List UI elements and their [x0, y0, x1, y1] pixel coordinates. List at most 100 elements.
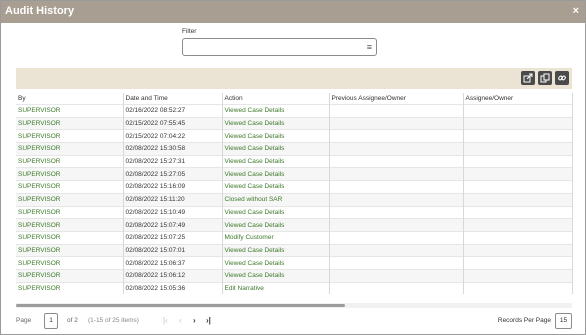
- next-page-icon[interactable]: ›: [193, 316, 196, 325]
- table-row[interactable]: SUPERVISOR 02/08/2022 15:10:49 Viewed Case…: [16, 205, 573, 219]
- filter-label: Filter: [182, 28, 197, 35]
- page-number-input[interactable]: 1: [44, 313, 58, 329]
- cell-action[interactable]: Closed without SAR: [222, 192, 330, 206]
- cell-action[interactable]: Viewed Case Details: [222, 218, 330, 232]
- cell-assignee: [463, 154, 573, 168]
- column-header-by[interactable]: By: [16, 93, 124, 105]
- cell-assignee: [463, 268, 573, 283]
- header-row: By Date and Time Action Previous Assigne…: [16, 93, 573, 105]
- cell-previous-assignee: [329, 205, 464, 219]
- table-row[interactable]: SUPERVISOR 02/08/2022 15:06:37 Viewed Case…: [16, 256, 573, 270]
- first-page-icon[interactable]: |‹: [163, 316, 168, 325]
- cell-by[interactable]: SUPERVISOR: [16, 230, 124, 245]
- horizontal-scrollbar[interactable]: [16, 303, 572, 308]
- table-row[interactable]: SUPERVISOR 02/08/2022 15:27:31 Viewed Case…: [16, 154, 573, 168]
- cell-action[interactable]: Modify Customer: [222, 230, 330, 245]
- previous-page-icon[interactable]: ‹: [179, 316, 182, 325]
- cell-assignee: [463, 218, 573, 232]
- cell-assignee: [463, 129, 573, 143]
- audit-grid: By Date and Time Action Previous Assigne…: [16, 93, 573, 295]
- cell-by[interactable]: SUPERVISOR: [16, 167, 124, 181]
- cell-by[interactable]: SUPERVISOR: [16, 180, 124, 194]
- table-row[interactable]: SUPERVISOR 02/08/2022 15:06:12 Viewed Case…: [16, 268, 573, 283]
- cell-by[interactable]: SUPERVISOR: [16, 142, 124, 156]
- cell-by[interactable]: SUPERVISOR: [16, 192, 124, 206]
- cell-assignee: [463, 205, 573, 219]
- cell-by[interactable]: SUPERVISOR: [16, 116, 124, 130]
- cell-previous-assignee: [329, 243, 464, 257]
- cell-by[interactable]: SUPERVISOR: [16, 281, 124, 295]
- table-row[interactable]: SUPERVISOR 02/15/2022 07:04:22 Viewed Case…: [16, 129, 573, 143]
- cell-action[interactable]: Viewed Case Details: [222, 268, 330, 283]
- table-row[interactable]: SUPERVISOR 02/15/2022 07:55:45 Viewed Case…: [16, 116, 573, 130]
- cell-by[interactable]: SUPERVISOR: [16, 256, 124, 270]
- menu-icon[interactable]: ≡: [367, 42, 372, 52]
- records-per-page-input[interactable]: 15: [555, 313, 572, 329]
- cell-by[interactable]: SUPERVISOR: [16, 129, 124, 143]
- cell-action[interactable]: Viewed Case Details: [222, 154, 330, 168]
- grid-toolbar: [16, 68, 572, 89]
- cell-previous-assignee: [329, 218, 464, 232]
- table-row[interactable]: SUPERVISOR 02/08/2022 15:27:05 Viewed Case…: [16, 167, 573, 181]
- filter-input[interactable]: ≡: [182, 38, 377, 56]
- cell-previous-assignee: [329, 142, 464, 156]
- cell-assignee: [463, 104, 573, 118]
- cell-by[interactable]: SUPERVISOR: [16, 104, 124, 118]
- column-header-date-time[interactable]: Date and Time: [123, 93, 223, 105]
- cell-action[interactable]: Edit Narrative: [222, 281, 330, 295]
- table-row[interactable]: SUPERVISOR 02/08/2022 15:30:58 Viewed Case…: [16, 142, 573, 156]
- cell-by[interactable]: SUPERVISOR: [16, 205, 124, 219]
- cell-action[interactable]: Viewed Case Details: [222, 142, 330, 156]
- column-header-assignee[interactable]: Assignee/Owner: [463, 93, 573, 105]
- cell-date-time: 02/08/2022 15:05:36: [123, 281, 223, 295]
- cell-assignee: [463, 243, 573, 257]
- cell-assignee: [463, 192, 573, 206]
- table-row[interactable]: SUPERVISOR 02/08/2022 15:07:01 Viewed Case…: [16, 243, 573, 257]
- last-page-icon[interactable]: ›|: [206, 316, 211, 325]
- cell-by[interactable]: SUPERVISOR: [16, 268, 124, 283]
- cell-previous-assignee: [329, 180, 464, 194]
- cell-action[interactable]: Viewed Case Details: [222, 104, 330, 118]
- column-header-previous-assignee[interactable]: Previous Assignee/Owner: [329, 93, 464, 105]
- cell-previous-assignee: [329, 104, 464, 118]
- cell-action[interactable]: Viewed Case Details: [222, 167, 330, 181]
- cell-by[interactable]: SUPERVISOR: [16, 154, 124, 168]
- cell-date-time: 02/08/2022 15:30:58: [123, 142, 223, 156]
- audit-history-dialog: Audit History × Filter ≡ By Date and Tim…: [0, 0, 586, 335]
- cell-action[interactable]: Viewed Case Details: [222, 116, 330, 130]
- link-icon[interactable]: [555, 71, 569, 85]
- cell-previous-assignee: [329, 167, 464, 181]
- table-row[interactable]: SUPERVISOR 02/08/2022 15:07:49 Viewed Case…: [16, 218, 573, 232]
- cell-date-time: 02/08/2022 15:16:09: [123, 180, 223, 194]
- export-icon[interactable]: [521, 71, 535, 85]
- cell-by[interactable]: SUPERVISOR: [16, 243, 124, 257]
- scrollbar-thumb[interactable]: [16, 304, 345, 307]
- close-icon[interactable]: ×: [573, 5, 579, 17]
- table-row[interactable]: SUPERVISOR 02/08/2022 15:07:25 Modify Cust…: [16, 230, 573, 245]
- cell-action[interactable]: Viewed Case Details: [222, 205, 330, 219]
- table-row[interactable]: SUPERVISOR 02/08/2022 15:11:20 Closed with…: [16, 192, 573, 206]
- dialog-title-bar: Audit History ×: [1, 1, 585, 23]
- table-row[interactable]: SUPERVISOR 02/16/2022 08:52:27 Viewed Case…: [16, 104, 573, 118]
- cell-action[interactable]: Viewed Case Details: [222, 180, 330, 194]
- cell-date-time: 02/08/2022 15:07:01: [123, 243, 223, 257]
- table-row[interactable]: SUPERVISOR 02/08/2022 15:05:36 Edit Narrat…: [16, 281, 573, 295]
- cell-by[interactable]: SUPERVISOR: [16, 218, 124, 232]
- cell-previous-assignee: [329, 154, 464, 168]
- cell-date-time: 02/15/2022 07:04:22: [123, 129, 223, 143]
- cell-assignee: [463, 281, 573, 295]
- table-row[interactable]: SUPERVISOR 02/08/2022 15:16:09 Viewed Case…: [16, 180, 573, 194]
- cell-date-time: 02/15/2022 07:55:45: [123, 116, 223, 130]
- copy-icon[interactable]: [538, 71, 552, 85]
- cell-date-time: 02/08/2022 15:07:49: [123, 218, 223, 232]
- column-header-action[interactable]: Action: [222, 93, 330, 105]
- cell-date-time: 02/08/2022 15:06:12: [123, 268, 223, 283]
- cell-action[interactable]: Viewed Case Details: [222, 243, 330, 257]
- cell-previous-assignee: [329, 268, 464, 283]
- page-count: of 2: [67, 317, 78, 324]
- cell-action[interactable]: Viewed Case Details: [222, 129, 330, 143]
- cell-action[interactable]: Viewed Case Details: [222, 256, 330, 270]
- cell-assignee: [463, 230, 573, 245]
- dialog-title: Audit History: [5, 5, 75, 17]
- cell-previous-assignee: [329, 281, 464, 295]
